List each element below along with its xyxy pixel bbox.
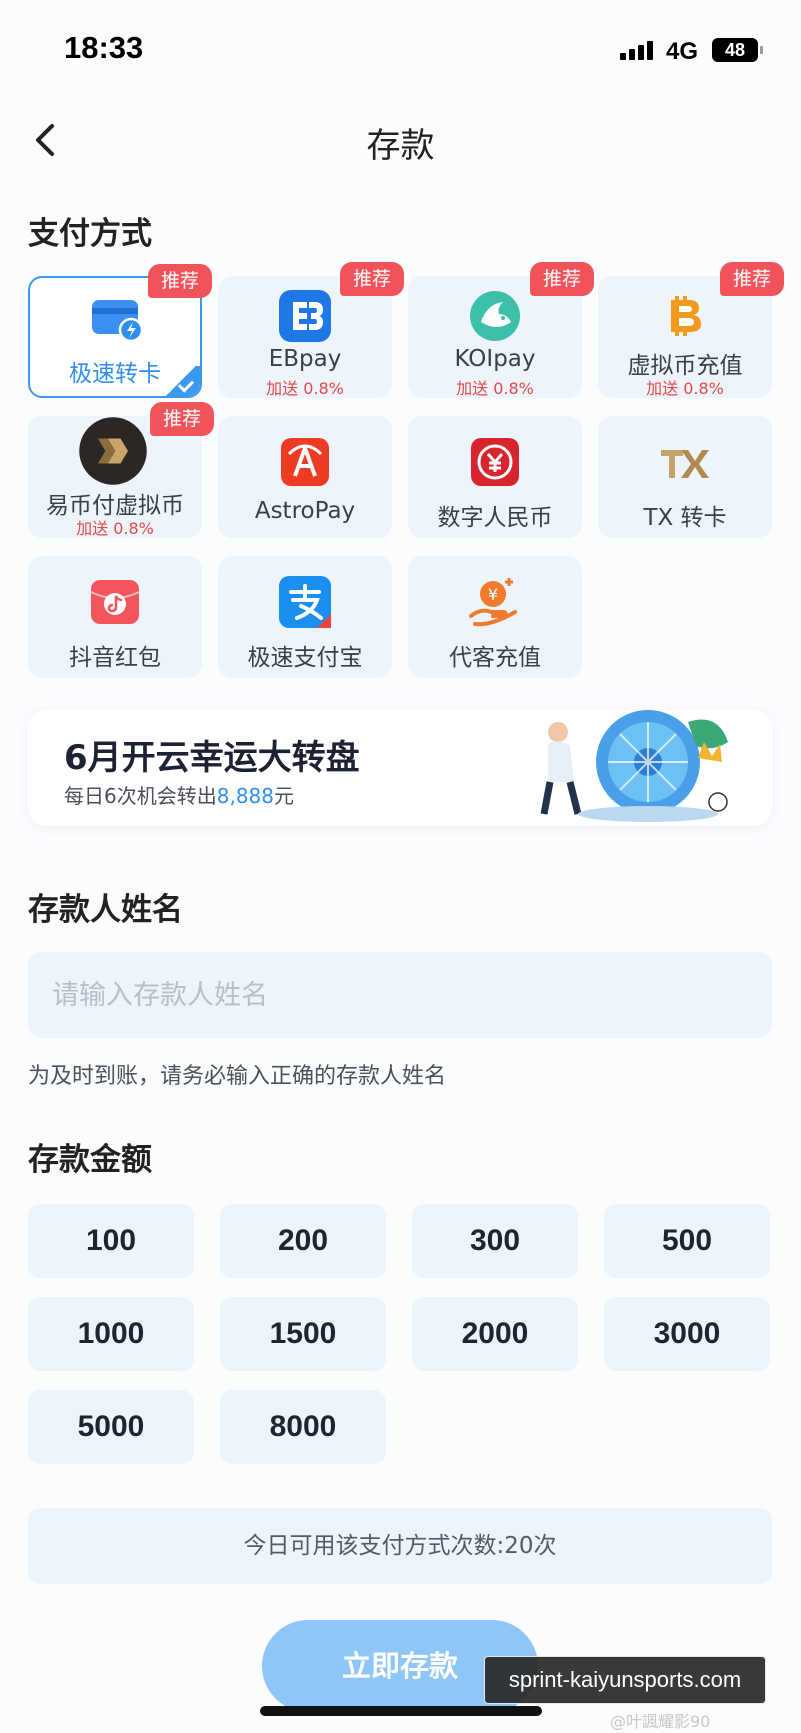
bonus-text: 加送 0.8% bbox=[456, 379, 534, 398]
pay-method-card[interactable]: TX 转卡 bbox=[598, 416, 772, 538]
pay-method-card[interactable]: KOIpay 加送 0.8% 推荐 bbox=[408, 262, 594, 398]
pay-method-card[interactable]: 极速支付宝 bbox=[218, 556, 392, 678]
banner-sub-amount: 8,888 bbox=[216, 784, 274, 808]
banner-sub-suffix: 元 bbox=[274, 784, 294, 808]
svg-text:¥: ¥ bbox=[488, 585, 498, 604]
pay-method-label: 极速支付宝 bbox=[247, 645, 363, 671]
status-bar: 18:33 4G 48 bbox=[0, 0, 801, 100]
battery-icon: 48 bbox=[712, 38, 763, 62]
nav-bar: 存款 bbox=[0, 108, 801, 174]
usage-count-text: 今日可用该支付方式次数:20次 bbox=[28, 1508, 772, 1584]
page-title: 存款 bbox=[366, 126, 435, 166]
bonus-text: 加送 0.8% bbox=[76, 519, 154, 538]
yibifu-logo-icon bbox=[79, 417, 147, 485]
tx-logo-icon bbox=[661, 450, 709, 478]
koi-fish-icon bbox=[470, 291, 520, 341]
bonus-text: 加送 0.8% bbox=[266, 379, 344, 398]
pay-method-label: EBpay bbox=[268, 346, 342, 372]
pay-method-card[interactable]: EBpay 加送 0.8% 推荐 bbox=[218, 262, 404, 398]
author-credit: @叶諷耀影90 bbox=[610, 1712, 711, 1731]
astropay-logo-icon bbox=[281, 438, 329, 486]
pay-method-label: 数字人民币 bbox=[437, 505, 553, 531]
home-indicator bbox=[260, 1706, 542, 1716]
depositor-name-input[interactable] bbox=[28, 952, 772, 1038]
pay-method-card[interactable]: 极速转卡 推荐 bbox=[28, 264, 212, 398]
agent-recharge-icon: ¥ bbox=[469, 578, 517, 627]
lucky-wheel-banner[interactable]: 6月开云幸运大转盘 每日6次机会转出8,888元 bbox=[28, 710, 772, 826]
selected-check-icon bbox=[162, 366, 200, 396]
amount-option[interactable]: 1500 bbox=[220, 1297, 386, 1371]
amount-option[interactable]: 300 bbox=[412, 1204, 578, 1278]
pay-method-label: 代客充值 bbox=[449, 645, 541, 671]
pay-method-card[interactable]: 抖音红包 bbox=[28, 556, 202, 678]
pay-method-card[interactable]: 虚拟币充值 加送 0.8% 推荐 bbox=[598, 262, 784, 398]
signal-icon bbox=[620, 40, 656, 60]
alipay-icon bbox=[279, 576, 331, 628]
amount-option[interactable]: 5000 bbox=[28, 1390, 194, 1464]
recommend-tag: 推荐 bbox=[530, 262, 594, 296]
amount-option[interactable]: 200 bbox=[220, 1204, 386, 1278]
digital-rmb-icon bbox=[471, 438, 519, 486]
banner-title: 6月开云幸运大转盘 bbox=[64, 738, 360, 778]
bitcoin-icon bbox=[671, 296, 701, 336]
status-time: 18:33 bbox=[64, 30, 144, 65]
pay-method-label: 抖音红包 bbox=[69, 645, 161, 671]
bonus-text: 加送 0.8% bbox=[646, 379, 724, 398]
banner-sub-prefix: 每日6次机会转出 bbox=[64, 784, 217, 808]
recommend-tag: 推荐 bbox=[148, 264, 212, 298]
pay-method-card[interactable]: 数字人民币 bbox=[408, 416, 582, 538]
pay-method-label: KOIpay bbox=[454, 346, 536, 372]
site-watermark: sprint-kaiyunsports.com bbox=[484, 1656, 766, 1704]
ebpay-logo-icon bbox=[279, 290, 331, 342]
recommend-tag: 推荐 bbox=[150, 402, 214, 436]
recommend-tag: 推荐 bbox=[340, 262, 404, 296]
pay-method-card[interactable]: 易币付虚拟币 加送 0.8% 推荐 bbox=[28, 402, 214, 538]
pay-method-label: AstroPay bbox=[254, 498, 356, 524]
pay-method-card[interactable]: AstroPay bbox=[218, 416, 392, 538]
recommend-tag: 推荐 bbox=[720, 262, 784, 296]
payment-section-title: 支付方式 bbox=[28, 216, 152, 252]
amount-option[interactable]: 1000 bbox=[28, 1297, 194, 1371]
amount-option[interactable]: 8000 bbox=[220, 1390, 386, 1464]
douyin-redpacket-icon bbox=[90, 580, 140, 624]
depositor-hint: 为及时到账，请务必输入正确的存款人姓名 bbox=[28, 1064, 447, 1089]
pay-method-card[interactable]: ¥ 代客充值 bbox=[408, 556, 582, 678]
lucky-wheel-illustration bbox=[540, 710, 728, 822]
pay-method-label: TX 转卡 bbox=[643, 505, 727, 531]
amount-option[interactable]: 2000 bbox=[412, 1297, 578, 1371]
amount-option[interactable]: 500 bbox=[604, 1204, 770, 1278]
network-label: 4G bbox=[666, 38, 699, 65]
amount-option[interactable]: 100 bbox=[28, 1204, 194, 1278]
amount-option[interactable]: 3000 bbox=[604, 1297, 770, 1371]
card-flash-icon bbox=[92, 300, 144, 343]
depositor-section-title: 存款人姓名 bbox=[28, 892, 183, 928]
amount-section-title: 存款金额 bbox=[28, 1142, 152, 1178]
banner-subtitle: 每日6次机会转出8,888元 bbox=[64, 780, 294, 809]
